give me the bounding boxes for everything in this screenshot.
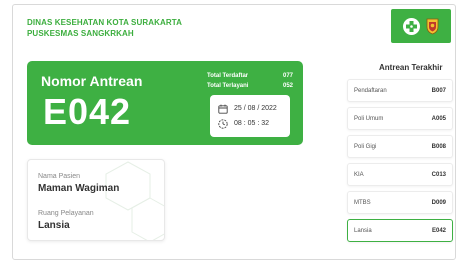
clock-icon: [218, 118, 228, 129]
logo-area: [391, 9, 451, 43]
service-name: Poli Gigi: [354, 143, 377, 150]
list-item: KIA C013: [347, 163, 453, 186]
total-registered: Total Terdaftar 077: [207, 71, 293, 81]
recent-queue-list: Pendaftaran B007 Poli Umum A005 Poli Gig…: [347, 79, 453, 247]
time-value: 08 : 05 : 32: [234, 120, 270, 127]
list-item: Poli Gigi B008: [347, 135, 453, 158]
time-row: 08 : 05 : 32: [218, 116, 282, 131]
total-registered-value: 077: [282, 73, 293, 79]
date-value: 25 / 08 / 2022: [234, 105, 277, 112]
service-room-label: Ruang Pelayanan: [38, 210, 94, 217]
hexagon-pattern-decoration: [105, 161, 164, 240]
patient-name-label: Nama Pasien: [38, 173, 81, 180]
datetime-box: 25 / 08 / 2022 08 : 05 : 32: [210, 95, 290, 137]
queue-number: C013: [431, 171, 446, 178]
display-screen: DINAS KESEHATAN KOTA SURAKARTA PUSKESMAS…: [12, 4, 456, 260]
date-row: 25 / 08 / 2022: [218, 101, 282, 116]
queue-number: B007: [431, 87, 446, 94]
patient-name: Maman Wagiman: [38, 183, 120, 194]
queue-number: A005: [431, 115, 446, 122]
service-name: Lansia: [354, 227, 372, 234]
list-item: Poli Umum A005: [347, 107, 453, 130]
clinic-name: PUSKESMAS SANGKRKAH: [27, 29, 134, 38]
queue-number: E042: [431, 227, 446, 234]
service-room: Lansia: [38, 220, 70, 231]
service-name: Pendaftaran: [354, 87, 387, 94]
agency-name: DINAS KESEHATAN KOTA SURAKARTA: [27, 18, 182, 27]
current-queue-card: Nomor Antrean E042 Total Terdaftar 077 T…: [27, 61, 303, 145]
recent-queue-title: Antrean Terakhir: [379, 63, 443, 72]
queue-number: B008: [431, 143, 446, 150]
service-name: KIA: [354, 171, 364, 178]
queue-stats: Total Terdaftar 077 Total Terlayani 052: [207, 71, 293, 91]
patient-card: Nama Pasien Maman Wagiman Ruang Pelayana…: [27, 159, 165, 241]
total-registered-label: Total Terdaftar: [207, 73, 249, 79]
total-served-label: Total Terlayani: [207, 83, 249, 89]
service-name: MTBS: [354, 199, 371, 206]
health-logo-icon: [403, 17, 420, 35]
queue-number: D009: [431, 199, 446, 206]
list-item: Pendaftaran B007: [347, 79, 453, 102]
list-item-current: Lansia E042: [347, 219, 453, 242]
list-item: MTBS D009: [347, 191, 453, 214]
queue-label: Nomor Antrean: [41, 73, 143, 89]
service-name: Poli Umum: [354, 115, 384, 122]
institution-title: DINAS KESEHATAN KOTA SURAKARTA PUSKESMAS…: [27, 17, 182, 39]
total-served: Total Terlayani 052: [207, 81, 293, 91]
queue-number: E042: [43, 91, 132, 132]
total-served-value: 052: [282, 83, 293, 89]
calendar-icon: [218, 104, 228, 114]
city-emblem-icon: [426, 18, 439, 34]
